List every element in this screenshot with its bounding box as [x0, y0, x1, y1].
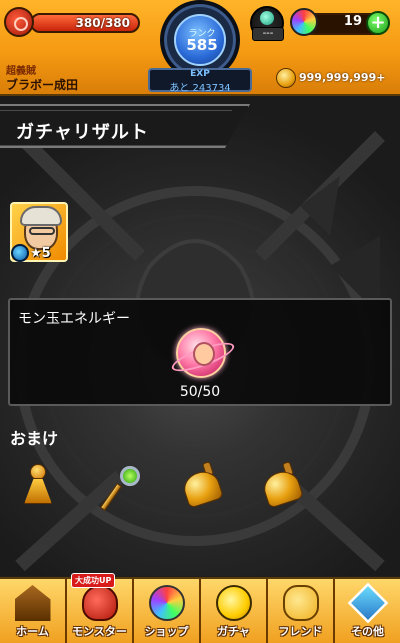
other-icon [347, 582, 388, 624]
rank-value: 585 [186, 36, 218, 54]
bonus-item-bell-2[interactable] [258, 461, 305, 512]
nav-badge: 大成功UP [71, 573, 116, 588]
monster-hair [20, 206, 62, 226]
rank-orb: ランク 585 [174, 14, 226, 66]
home-icon [14, 585, 51, 621]
nav-friend[interactable]: フレンド [268, 579, 335, 643]
player-name: ブラボー成田 [6, 78, 79, 92]
exp-box: EXP あと 243734 [148, 68, 252, 94]
energy-panel: モン玉エネルギー 50/50 [8, 298, 392, 406]
nav-shop[interactable]: ショップ [134, 579, 201, 643]
energy-title: モン玉エネルギー [18, 311, 130, 327]
add-gems-button[interactable]: + [366, 11, 390, 35]
orb-icon [148, 585, 185, 621]
gacha-icon [215, 585, 252, 621]
hp-bar: 380/380 [30, 13, 140, 33]
figure-body [24, 478, 52, 504]
bell-icon [259, 467, 305, 509]
nav-other[interactable]: その他 [335, 579, 400, 643]
energy-value: 50/50 [179, 384, 221, 400]
orb-icon [290, 8, 318, 36]
bonus-label: おまけ [10, 429, 59, 448]
monster-icon [81, 585, 118, 621]
bonus-item-figure[interactable] [14, 462, 60, 512]
water-element-icon [11, 244, 29, 262]
bottom-nav: ホーム 大成功UP モンスター ショップ ガチャ フレンド その他 [0, 573, 400, 643]
nav-label: ホーム [16, 625, 49, 638]
nav-gacha[interactable]: ガチャ [201, 579, 268, 643]
page-title-bar: ガチャリザルト [0, 104, 250, 148]
nav-label: ガチャ [217, 625, 250, 638]
friend-icon [282, 585, 319, 621]
page-title: ガチャリザルト [16, 122, 149, 143]
coin-value: 999,999,999+ [299, 71, 386, 84]
bell-icon [179, 467, 225, 509]
wand-stick [99, 482, 123, 512]
figure-icon [30, 464, 46, 480]
status-header: 380/380 ランク 585 EXP あと 243734 --- 19 + 超… [0, 0, 400, 96]
gem-count: 19 [343, 14, 362, 29]
stamina-box: --- [252, 27, 284, 41]
nav-home[interactable]: ホーム [0, 579, 67, 643]
hp-text: 380/380 [75, 16, 130, 30]
hp-icon [4, 7, 34, 37]
nav-label: フレンド [278, 625, 323, 638]
star-rarity: ★5 [30, 246, 51, 261]
bonus-item-bell-1[interactable] [178, 461, 225, 512]
player-title: 超義賊 [6, 66, 36, 77]
wand-icon [120, 466, 140, 486]
nav-label: ショップ [144, 625, 189, 638]
monster-glasses [29, 227, 55, 235]
coin-icon [276, 68, 296, 88]
nav-label: モンスター [72, 625, 127, 638]
nav-label: その他 [351, 625, 384, 638]
bonus-item-wand[interactable] [99, 462, 146, 512]
nav-monster[interactable]: 大成功UP モンスター [67, 573, 134, 643]
monball-icon [176, 328, 226, 378]
exp-label: EXP [190, 69, 210, 79]
exp-remaining: あと 243734 [169, 83, 231, 94]
